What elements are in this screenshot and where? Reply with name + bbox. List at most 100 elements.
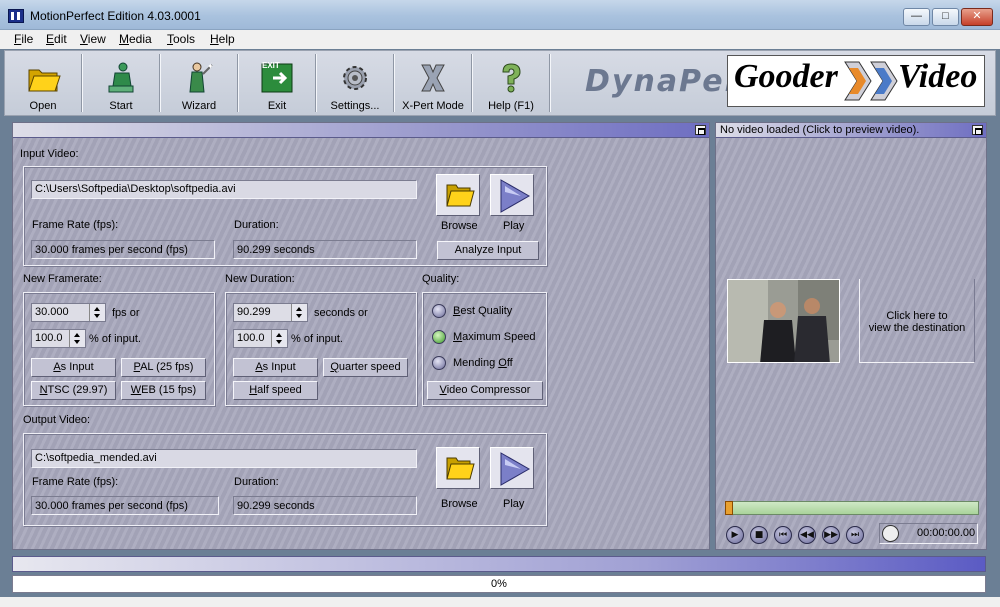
toolbar-separator bbox=[393, 54, 395, 112]
source-video-thumbnail[interactable] bbox=[727, 279, 840, 363]
output-duration-value: 90.299 seconds bbox=[233, 496, 417, 515]
seek-handle[interactable] bbox=[725, 501, 733, 515]
output-duration-label: Duration: bbox=[234, 476, 279, 488]
duration-percent-stepper[interactable]: 100.0 bbox=[233, 329, 288, 348]
progress-percent: 0% bbox=[491, 578, 507, 590]
quarter-speed-button[interactable]: Quarter speed bbox=[323, 358, 408, 377]
minimize-button[interactable]: — bbox=[903, 8, 930, 26]
svg-text:✦: ✦ bbox=[207, 62, 214, 71]
input-path-field[interactable]: C:\Users\Softpedia\Desktop\softpedia.avi bbox=[31, 180, 417, 199]
gear-icon bbox=[343, 66, 367, 90]
toolbar-separator bbox=[471, 54, 473, 112]
exit-sign-text: EXIT bbox=[262, 61, 280, 70]
menu-help[interactable]: Help bbox=[210, 32, 235, 46]
fps-stepper-arrows[interactable] bbox=[89, 304, 105, 321]
preview-fast-forward-button[interactable]: ▶▶ bbox=[822, 526, 840, 544]
input-browse-label: Browse bbox=[441, 220, 478, 232]
preview-panel-header[interactable]: No video loaded (Click to preview video)… bbox=[716, 123, 986, 138]
output-frame-rate-label: Frame Rate (fps): bbox=[32, 476, 119, 488]
input-duration-value: 90.299 seconds bbox=[233, 240, 417, 259]
menu-file[interactable]: File bbox=[14, 32, 33, 46]
rewind-icon: ◀◀ bbox=[800, 530, 814, 540]
maximize-button[interactable]: □ bbox=[932, 8, 959, 26]
time-readout: 00:00:00.00 bbox=[917, 527, 976, 539]
settings-button[interactable]: Settings... bbox=[318, 52, 392, 114]
open-button[interactable]: Open bbox=[6, 52, 80, 114]
skip-end-icon: ⏭ bbox=[850, 530, 860, 540]
fps-stepper[interactable]: 30.000 bbox=[31, 303, 106, 322]
framerate-percent-arrows[interactable] bbox=[69, 330, 85, 347]
output-path-field[interactable]: C:\softpedia_mended.avi bbox=[31, 449, 417, 468]
window-title: MotionPerfect Edition 4.03.0001 bbox=[30, 9, 201, 23]
duration-percent-arrows[interactable] bbox=[271, 330, 287, 347]
xpert-mode-button[interactable]: X-Pert Mode bbox=[396, 52, 470, 114]
preview-skip-end-button[interactable]: ⏭ bbox=[846, 526, 864, 544]
menu-tools[interactable]: Tools bbox=[167, 32, 195, 46]
ntsc-button[interactable]: NTSC (29.97) bbox=[31, 381, 116, 400]
brand-gooder-text: Gooder bbox=[734, 58, 838, 95]
panel-restore-button[interactable] bbox=[695, 125, 706, 135]
toolbar-separator bbox=[81, 54, 83, 112]
status-bar bbox=[0, 597, 1000, 607]
settings-panel-header bbox=[13, 123, 709, 138]
output-video-label: Output Video: bbox=[23, 414, 91, 426]
preview-rewind-button[interactable]: ◀◀ bbox=[798, 526, 816, 544]
half-speed-button[interactable]: Half speed bbox=[233, 381, 318, 400]
preview-stop-button[interactable]: ■ bbox=[750, 526, 768, 544]
output-frame-rate-value: 30.000 frames per second (fps) bbox=[31, 496, 219, 515]
play-icon bbox=[500, 179, 531, 213]
menu-media[interactable]: Media bbox=[119, 32, 152, 46]
chevron-arrows-icon bbox=[844, 61, 898, 101]
framerate-percent-stepper[interactable]: 100.0 bbox=[31, 329, 86, 348]
output-play-button[interactable] bbox=[490, 447, 534, 489]
folder-icon bbox=[446, 184, 475, 207]
mending-off-label[interactable]: Mending Off bbox=[453, 357, 513, 369]
maximum-speed-label[interactable]: Maximum Speed bbox=[453, 331, 536, 343]
input-frame-rate-value: 30.000 frames per second (fps) bbox=[31, 240, 215, 259]
mending-off-radio[interactable] bbox=[432, 356, 446, 370]
preview-play-button[interactable]: ▶ bbox=[726, 526, 744, 544]
wizard-button[interactable]: ✦ Wizard bbox=[162, 52, 236, 114]
toolbar-separator bbox=[159, 54, 161, 112]
stop-icon: ■ bbox=[754, 530, 764, 540]
duration-percent-suffix: % of input. bbox=[291, 333, 343, 345]
duration-stepper[interactable]: 90.299 bbox=[233, 303, 308, 322]
help-button[interactable]: Help (F1) bbox=[474, 52, 548, 114]
exit-button[interactable]: EXIT Exit bbox=[240, 52, 314, 114]
start-button[interactable]: Start bbox=[84, 52, 158, 114]
skip-start-icon: ⏮ bbox=[778, 530, 788, 540]
menu-view[interactable]: View bbox=[80, 32, 106, 46]
play-icon: ▶ bbox=[731, 530, 739, 540]
input-browse-button[interactable] bbox=[436, 174, 480, 216]
seek-bar[interactable] bbox=[725, 501, 979, 515]
close-button[interactable]: ✕ bbox=[961, 8, 993, 26]
preview-skip-start-button[interactable]: ⏮ bbox=[774, 526, 792, 544]
maximum-speed-radio[interactable] bbox=[432, 330, 446, 344]
new-framerate-label: New Framerate: bbox=[23, 273, 102, 285]
best-quality-radio[interactable] bbox=[432, 304, 446, 318]
output-play-label: Play bbox=[503, 498, 525, 510]
web-button[interactable]: WEB (15 fps) bbox=[121, 381, 206, 400]
analyze-input-button[interactable]: Analyze Input bbox=[437, 241, 539, 260]
output-browse-label: Browse bbox=[441, 498, 478, 510]
framerate-percent-suffix: % of input. bbox=[89, 333, 141, 345]
duration-as-input-button[interactable]: As Input bbox=[233, 358, 318, 377]
brand-video-text: Video bbox=[898, 58, 978, 95]
fast-forward-icon: ▶▶ bbox=[824, 530, 838, 540]
best-quality-label[interactable]: Best Quality bbox=[453, 305, 512, 317]
destination-preview-text[interactable]: Click here to view the destination video bbox=[862, 310, 972, 334]
video-compressor-button[interactable]: Video Compressor bbox=[427, 381, 543, 400]
input-play-button[interactable] bbox=[490, 174, 534, 216]
input-play-label: Play bbox=[503, 220, 525, 232]
framerate-as-input-button[interactable]: As Input bbox=[31, 358, 116, 377]
toolbar-separator bbox=[549, 54, 551, 112]
toolbar-separator bbox=[237, 54, 239, 112]
pal-button[interactable]: PAL (25 fps) bbox=[121, 358, 206, 377]
menu-edit[interactable]: Edit bbox=[46, 32, 67, 46]
duration-stepper-arrows[interactable] bbox=[291, 304, 307, 321]
status-strip bbox=[12, 556, 986, 572]
folder-icon bbox=[28, 69, 61, 92]
output-browse-button[interactable] bbox=[436, 447, 480, 489]
preview-restore-button[interactable] bbox=[972, 125, 983, 135]
toolbar-separator bbox=[315, 54, 317, 112]
